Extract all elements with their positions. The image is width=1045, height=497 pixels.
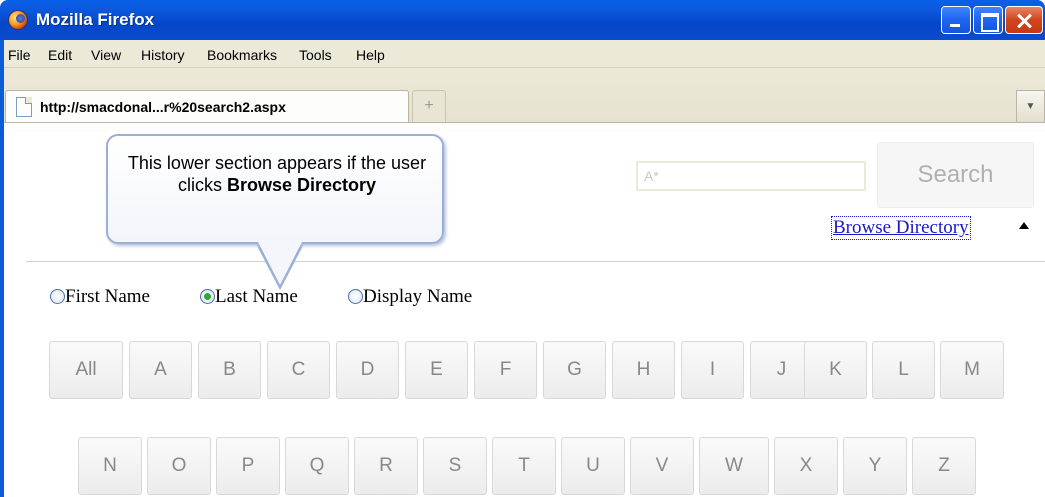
letter-button[interactable]: P [216,437,280,495]
firefox-logo-icon [8,10,28,30]
letter-button[interactable]: V [630,437,694,495]
menu-file[interactable]: File [8,47,31,63]
letter-button[interactable]: B [198,341,261,399]
search-button[interactable]: Search [877,142,1034,208]
letter-button[interactable]: E [405,341,468,399]
browser-window: Mozilla Firefox File Edit View History B… [0,0,1045,497]
letter-button[interactable]: L [872,341,935,399]
divider [26,261,1045,262]
menu-history[interactable]: History [141,47,185,63]
radio-label: Last Name [215,286,298,307]
letter-button[interactable]: G [543,341,606,399]
letter-button[interactable]: N [78,437,142,495]
letter-button[interactable]: C [267,341,330,399]
close-button[interactable] [1005,6,1043,34]
radio-last-name[interactable]: Last Name [200,286,298,308]
window-title: Mozilla Firefox [36,10,155,29]
letter-button[interactable]: M [940,341,1004,399]
menu-tools[interactable]: Tools [299,47,332,63]
radio-first-name[interactable]: First Name [50,286,150,308]
letter-button[interactable]: A [129,341,192,399]
title-bar: Mozilla Firefox [0,0,1045,40]
letter-button[interactable]: U [561,437,625,495]
menu-bookmarks[interactable]: Bookmarks [207,47,277,63]
letter-button-all[interactable]: All [49,341,123,399]
letter-button[interactable]: Z [912,437,976,495]
letter-button[interactable]: K [804,341,867,399]
radio-button-checked[interactable] [200,289,215,304]
letter-button[interactable]: X [774,437,838,495]
radio-button[interactable] [348,289,363,304]
page-icon [16,97,32,117]
letter-button[interactable]: F [474,341,537,399]
new-tab-button[interactable]: + [412,90,446,122]
browse-directory-link[interactable]: Browse Directory [831,216,971,240]
letter-button[interactable]: H [612,341,675,399]
letter-button[interactable]: Q [285,437,349,495]
radio-label: First Name [65,286,150,307]
letter-button[interactable]: W [699,437,769,495]
letter-button[interactable]: R [354,437,418,495]
letter-button[interactable]: D [336,341,399,399]
menu-bar: File Edit View History Bookmarks Tools H… [4,40,1045,68]
radio-label: Display Name [363,286,473,307]
maximize-button[interactable] [973,6,1003,34]
search-input[interactable] [636,161,866,191]
tab-title: http://smacdonal...r%20search2.aspx [40,99,286,115]
callout-bubble: This lower section appears if the user c… [106,134,444,244]
page-content: Search Browse Directory This lower secti… [4,132,1045,497]
menu-help[interactable]: Help [356,47,385,63]
letter-button[interactable]: T [492,437,556,495]
letter-button[interactable]: I [681,341,744,399]
menu-edit[interactable]: Edit [48,47,72,63]
radio-display-name[interactable]: Display Name [348,286,472,308]
letter-button[interactable]: Y [843,437,907,495]
letter-button[interactable]: S [423,437,487,495]
radio-button[interactable] [50,289,65,304]
callout-text: This lower section appears if the user c… [108,152,446,196]
callout-tail-fill [257,240,303,285]
chevron-down-icon[interactable]: ▼ [1016,90,1045,122]
tab-current[interactable]: http://smacdonal...r%20search2.aspx [5,90,409,122]
letter-button[interactable]: O [147,437,211,495]
minimize-button[interactable] [941,6,971,34]
tab-content-edge [4,122,1045,132]
menu-view[interactable]: View [91,47,121,63]
callout-text-bold: Browse Directory [226,175,377,195]
collapse-arrow-icon[interactable] [1019,222,1029,229]
